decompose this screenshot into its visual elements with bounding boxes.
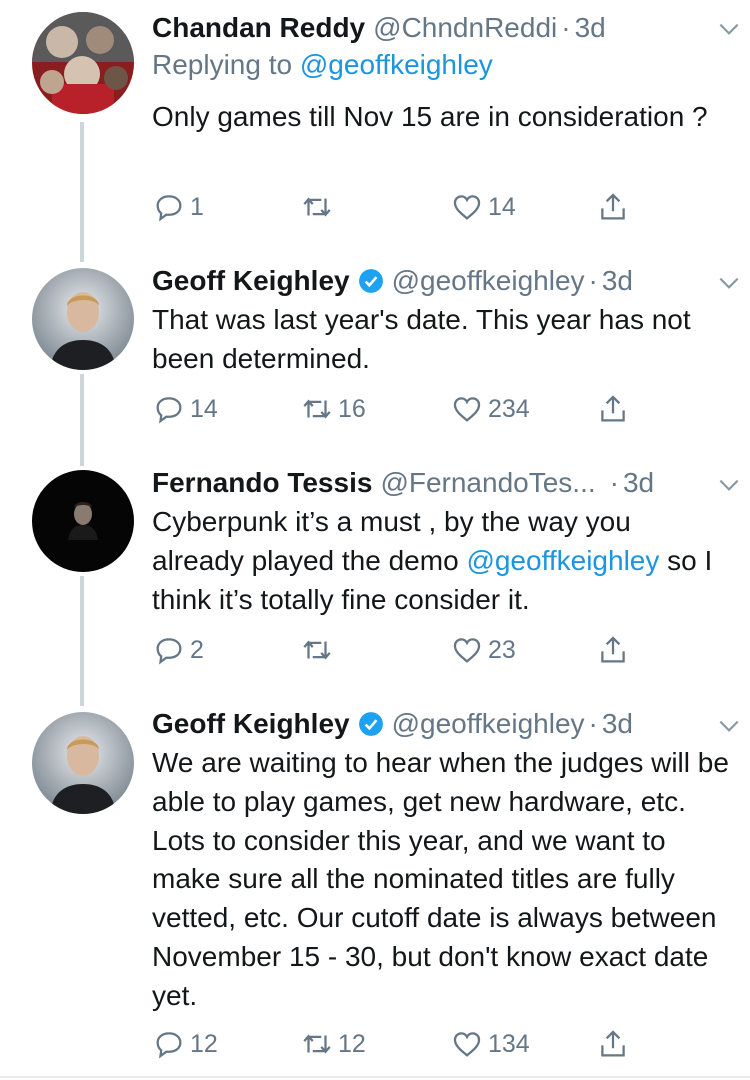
retweet-icon <box>303 197 331 217</box>
like-icon <box>453 397 481 422</box>
tweet-text: Only games till Nov 15 are in considerat… <box>152 101 708 132</box>
timestamp[interactable]: 3d <box>623 465 654 501</box>
thread-line <box>80 122 84 262</box>
like-button[interactable]: 134 <box>450 1027 530 1061</box>
share-icon <box>601 1030 625 1057</box>
share-button[interactable] <box>596 392 630 426</box>
author-name[interactable]: Geoff Keighley <box>152 706 350 742</box>
timestamp[interactable]: 3d <box>602 263 633 299</box>
author-name[interactable]: Fernando Tessis <box>152 465 372 501</box>
retweet-button[interactable] <box>300 633 338 667</box>
like-icon <box>453 195 481 220</box>
chevron-down-icon[interactable] <box>716 713 742 739</box>
reply-button[interactable]: 12 <box>152 1027 218 1061</box>
reply-icon <box>156 1032 182 1059</box>
like-count: 234 <box>488 394 530 423</box>
reply-button[interactable]: 1 <box>152 190 204 224</box>
timestamp[interactable]: 3d <box>602 706 633 742</box>
retweet-button[interactable]: 16 <box>300 392 366 426</box>
like-button[interactable]: 14 <box>450 190 516 224</box>
reply-count: 1 <box>190 192 204 221</box>
timestamp[interactable]: 3d <box>575 10 606 46</box>
share-button[interactable] <box>596 190 630 224</box>
tweet-text: Cyberpunk it’s a must , by the way you a… <box>152 503 730 619</box>
like-button[interactable]: 234 <box>450 392 530 426</box>
retweet-button[interactable] <box>300 190 338 224</box>
reply-icon <box>156 195 182 222</box>
share-icon <box>601 193 625 220</box>
separator: · <box>588 265 598 296</box>
replying-prefix: Replying to <box>152 49 300 80</box>
like-count: 14 <box>488 192 516 221</box>
tweet-text: That was last year's date. This year has… <box>152 304 691 374</box>
like-button[interactable]: 23 <box>450 633 516 667</box>
reply-count: 14 <box>190 394 218 423</box>
thread-line <box>80 576 84 706</box>
author-handle[interactable]: @FernandoTes... <box>380 465 595 501</box>
chevron-down-icon[interactable] <box>716 16 742 42</box>
retweet-icon <box>303 640 331 660</box>
reply-icon <box>156 638 182 665</box>
separator: · <box>561 12 571 43</box>
divider <box>0 1076 750 1078</box>
share-button[interactable] <box>596 633 630 667</box>
reply-count: 12 <box>190 1029 218 1058</box>
like-count: 134 <box>488 1029 530 1058</box>
chevron-down-icon[interactable] <box>716 472 742 498</box>
avatar[interactable] <box>32 470 134 572</box>
share-icon <box>601 636 625 663</box>
replying-to: Replying to @geoffkeighley <box>152 46 730 84</box>
author-handle[interactable]: @geoffkeighley <box>392 706 585 742</box>
chevron-down-icon[interactable] <box>716 270 742 296</box>
retweet-icon <box>303 399 331 419</box>
retweet-count: 16 <box>338 394 366 423</box>
share-button[interactable] <box>596 1027 630 1061</box>
avatar[interactable] <box>32 12 134 114</box>
author-name[interactable]: Geoff Keighley <box>152 263 350 299</box>
tweet-text: We are waiting to hear when the judges w… <box>152 747 729 1011</box>
retweet-icon <box>303 1034 331 1054</box>
verified-badge-icon <box>358 712 383 736</box>
retweet-button[interactable]: 12 <box>300 1027 366 1061</box>
like-icon <box>453 1032 481 1057</box>
verified-badge-icon <box>358 269 383 293</box>
mention-link[interactable]: @geoffkeighley <box>466 545 659 576</box>
reply-count: 2 <box>190 635 204 664</box>
like-icon <box>453 638 481 663</box>
tweet-thread: Chandan Reddy @ChndnReddi · 3d Replying … <box>0 0 750 1080</box>
reply-button[interactable]: 2 <box>152 633 204 667</box>
avatar[interactable] <box>32 268 134 370</box>
share-icon <box>601 395 625 422</box>
like-count: 23 <box>488 635 516 664</box>
author-handle[interactable]: @ChndnReddi <box>373 10 557 46</box>
reply-icon <box>156 397 182 424</box>
reply-mention-link[interactable]: @geoffkeighley <box>300 49 493 80</box>
avatar[interactable] <box>32 712 134 814</box>
author-name[interactable]: Chandan Reddy <box>152 10 365 46</box>
reply-button[interactable]: 14 <box>152 392 218 426</box>
retweet-count: 12 <box>338 1029 366 1058</box>
author-handle[interactable]: @geoffkeighley <box>392 263 585 299</box>
thread-line <box>80 374 84 466</box>
separator: · <box>609 467 619 498</box>
separator: · <box>588 708 598 739</box>
